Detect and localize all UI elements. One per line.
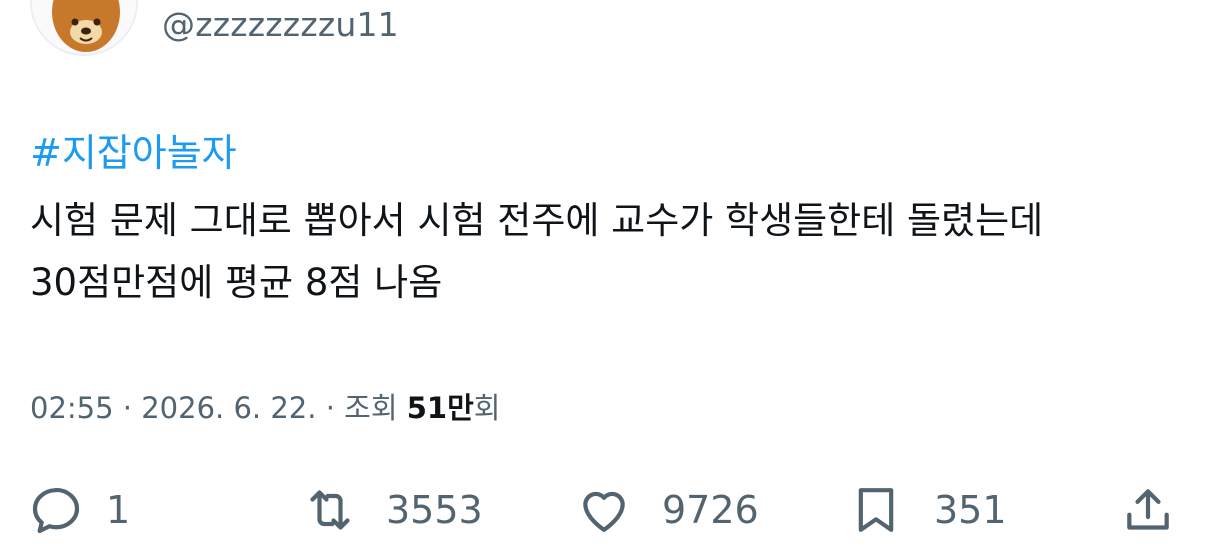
reply-count: 1 (106, 488, 131, 532)
bookmark-icon (858, 488, 894, 532)
user-handle[interactable]: @zzzzzzzzu11 (162, 2, 399, 48)
tweet-text-line: 시험 문제 그대로 뽑아서 시험 전주에 교수가 학생들한테 돌렸는데 (30, 199, 1044, 242)
heart-icon (583, 491, 625, 532)
retweet-button[interactable]: 3553 (302, 480, 483, 540)
reply-icon (32, 487, 80, 534)
like-button[interactable]: 9726 (576, 480, 759, 540)
retweet-icon (310, 490, 350, 530)
share-button[interactable] (1120, 480, 1176, 540)
reply-button[interactable]: 1 (28, 480, 130, 540)
tweet-meta: 02:55 · 2026. 6. 22. · 조회 51만회 (30, 386, 500, 430)
views-label: 조회 (344, 391, 398, 425)
bookmark-count: 351 (934, 488, 1007, 532)
tweet-detail: @zzzzzzzzu11 #지잡아놀자 시험 문제 그대로 뽑아서 시험 전주에… (0, 0, 1206, 552)
views-count[interactable]: 51만 (407, 391, 474, 425)
retweet-count: 3553 (386, 488, 483, 532)
share-icon (1127, 489, 1169, 530)
hashtag-link[interactable]: #지잡아놀자 (30, 128, 237, 178)
timestamp[interactable]: 02:55 · 2026. 6. 22. · (30, 391, 344, 425)
tweet-text: 시험 문제 그대로 뽑아서 시험 전주에 교수가 학생들한테 돌렸는데 30점만… (30, 190, 1190, 314)
like-count: 9726 (662, 488, 759, 532)
avatar[interactable] (30, 0, 138, 56)
tweet-text-line: 30점만점에 평균 8점 나옴 (30, 261, 443, 304)
bear-avatar-icon (32, 0, 136, 54)
bookmark-button[interactable]: 351 (848, 480, 1007, 540)
action-bar: 1 3553 9726 351 (0, 480, 1206, 540)
views-suffix: 회 (473, 391, 501, 425)
